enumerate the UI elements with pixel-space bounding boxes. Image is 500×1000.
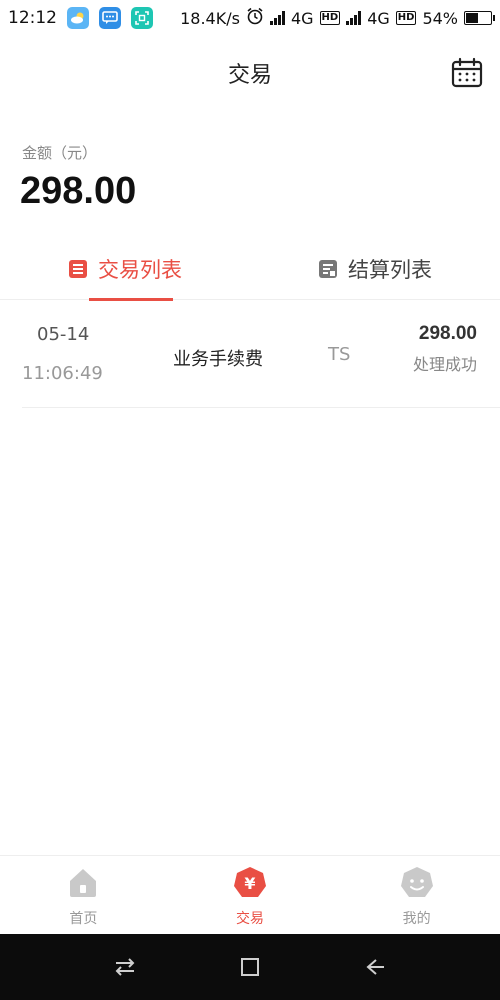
message-icon: [99, 7, 121, 29]
calendar-button[interactable]: [450, 56, 484, 90]
network-type-1: 4G: [290, 8, 314, 28]
status-right: 18.4K/s 4G HD 4G HD 54%: [180, 7, 495, 29]
back-arrow-icon: [366, 959, 384, 975]
alarm-icon: [246, 7, 264, 29]
transaction-name: 业务手续费: [173, 349, 263, 370]
nav-home[interactable]: 首页: [0, 856, 167, 934]
square-icon: [241, 958, 259, 976]
list-icon: [68, 259, 88, 279]
transaction-date: 05-14: [37, 324, 90, 345]
header: 交易: [0, 48, 500, 98]
profile-icon: [400, 866, 434, 900]
switch-apps-button[interactable]: [112, 954, 138, 980]
transaction-code: TS: [328, 344, 351, 365]
document-icon: [318, 259, 338, 279]
tab-settlement-list[interactable]: 结算列表: [250, 238, 500, 300]
battery-fill: [466, 13, 479, 23]
nav-label: 交易: [236, 911, 264, 927]
nav-label: 首页: [69, 911, 98, 927]
back-system-button[interactable]: [362, 954, 388, 980]
tab-label: 交易列表: [98, 258, 182, 282]
transaction-status: 处理成功: [412, 355, 477, 374]
page-title: 交易: [227, 63, 272, 88]
home-icon: [66, 866, 100, 900]
calendar-icon: [451, 57, 483, 88]
battery-icon: [464, 11, 495, 25]
nav-profile[interactable]: 我的: [333, 856, 500, 934]
network-type-2: 4G: [367, 8, 390, 28]
home-system-button[interactable]: [237, 954, 263, 980]
signal-icon-2: [346, 11, 362, 25]
hd-badge-1: HD: [319, 11, 341, 25]
status-bar: 12:12 18.4K/s 4G HD 4G HD 54%: [0, 0, 500, 36]
scan-icon: [131, 7, 153, 29]
system-nav-bar: [0, 934, 500, 1000]
transaction-row[interactable]: 05-14 11:06:49 业务手续费 TS 298.00 处理成功: [22, 300, 500, 408]
signal-icon: [269, 11, 285, 25]
tab-transaction-list[interactable]: 交易列表: [0, 238, 250, 301]
amount-value: 298.00: [20, 170, 137, 212]
transaction-amount: 298.00: [418, 323, 477, 344]
swap-arrows-icon: [115, 958, 135, 976]
weather-icon: [67, 7, 89, 29]
bottom-nav: 首页 ¥ 交易 我的: [0, 855, 500, 934]
tab-label: 结算列表: [348, 258, 432, 282]
nav-label: 我的: [402, 911, 431, 927]
network-speed: 18.4K/s: [180, 8, 240, 28]
yuan-icon: ¥: [233, 866, 267, 900]
nav-transactions[interactable]: ¥ 交易: [167, 856, 334, 934]
svg-text:¥: ¥: [244, 874, 255, 893]
status-left: 12:12: [8, 7, 153, 29]
tab-bar: 交易列表 结算列表: [0, 238, 500, 301]
battery-percent: 54%: [422, 8, 458, 28]
transaction-time: 11:06:49: [22, 363, 103, 384]
status-time: 12:12: [8, 8, 57, 28]
amount-label: 金额（元）: [22, 144, 98, 162]
hd-badge-2: HD: [395, 11, 417, 25]
